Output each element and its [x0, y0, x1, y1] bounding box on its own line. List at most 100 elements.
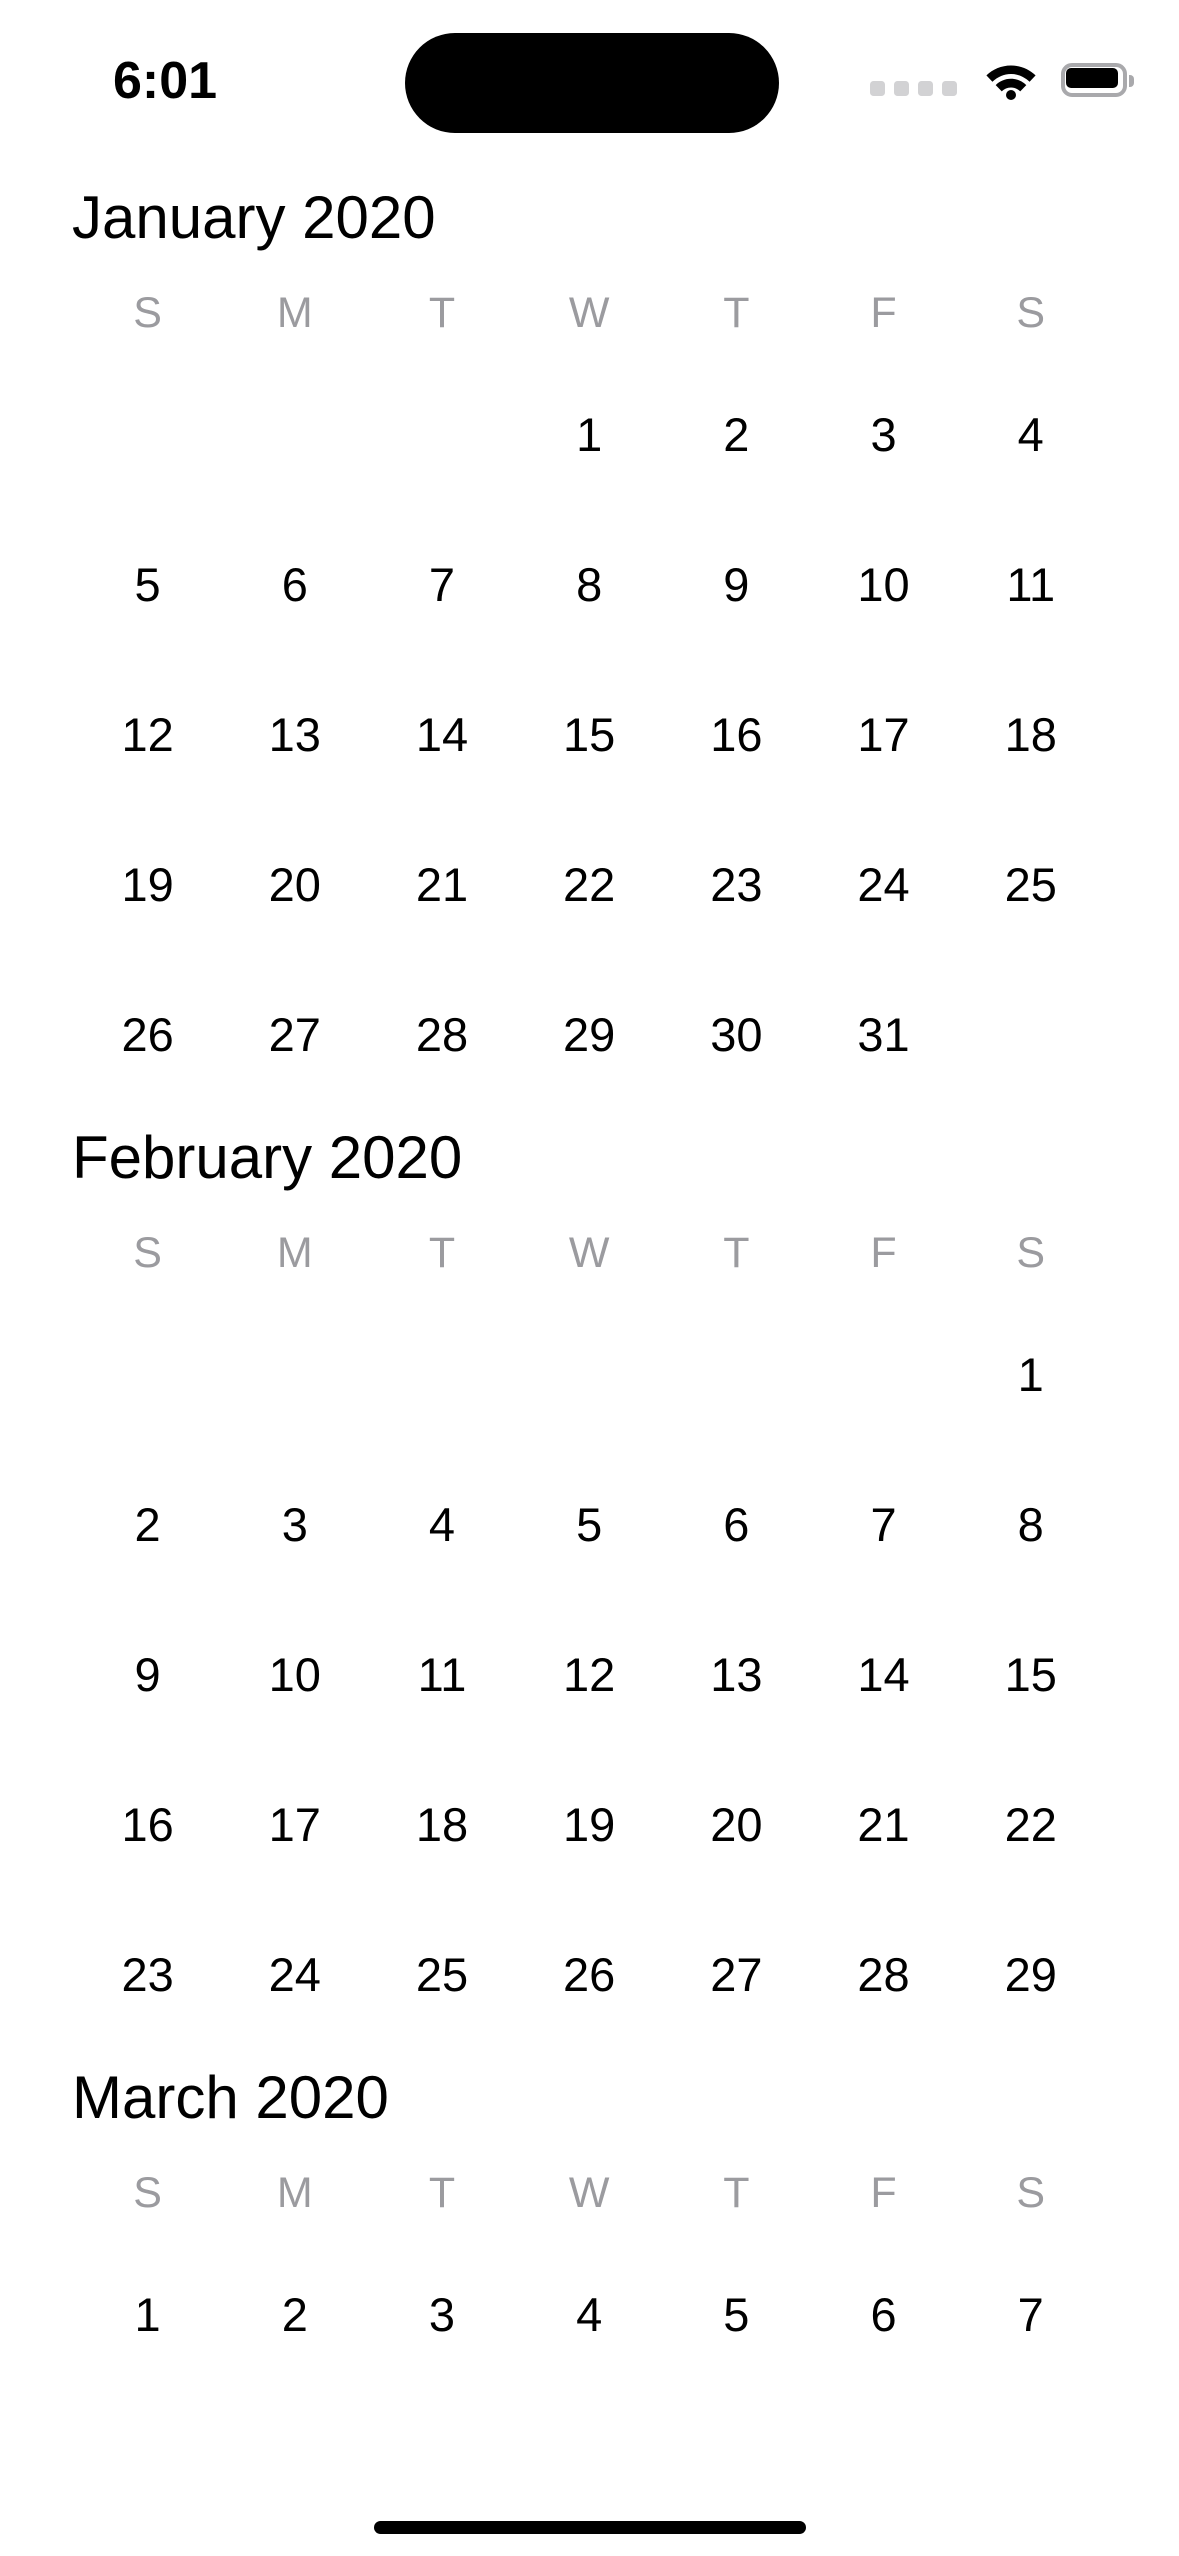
- day-cell[interactable]: 16: [74, 1750, 221, 1900]
- day-cell[interactable]: 26: [74, 960, 221, 1110]
- dynamic-island: [405, 33, 779, 133]
- day-cell[interactable]: 10: [810, 510, 957, 660]
- day-cell[interactable]: 29: [957, 1900, 1104, 2050]
- day-cell[interactable]: 8: [516, 510, 663, 660]
- day-cell[interactable]: 4: [368, 1450, 515, 1600]
- day-cell[interactable]: 15: [516, 660, 663, 810]
- day-cell[interactable]: 9: [74, 1600, 221, 1750]
- day-cell[interactable]: 2: [221, 2240, 368, 2390]
- month-block: January 2020 S M T W T F S 1 2 3 4 5 6 7 8 9 10 11 12 13 14 15…: [0, 170, 1179, 1110]
- day-cell[interactable]: 28: [368, 960, 515, 1110]
- day-cell[interactable]: 11: [957, 510, 1104, 660]
- day-cell[interactable]: 5: [74, 510, 221, 660]
- month-title: February 2020: [72, 1124, 463, 1191]
- battery-cap: [1129, 75, 1134, 87]
- day-cell[interactable]: 19: [516, 1750, 663, 1900]
- month-title: March 2020: [72, 2064, 389, 2131]
- day-cell-empty: [221, 1300, 368, 1450]
- day-cell[interactable]: 22: [516, 810, 663, 960]
- day-cell[interactable]: 13: [221, 660, 368, 810]
- phone-screen: 6:01 January 2020 S M T W T F S 1 2 3 4 5 6 7 8 9 10 11 12 1…: [0, 0, 1179, 2556]
- day-cell[interactable]: 15: [957, 1600, 1104, 1750]
- day-cell[interactable]: 30: [663, 960, 810, 1110]
- month-block: February 2020 S M T W T F S 1 2 3 4 5 6 7 8 9 10 11 12 13 14 1…: [0, 1110, 1179, 2050]
- day-cell[interactable]: 6: [810, 2240, 957, 2390]
- day-cell[interactable]: 5: [516, 1450, 663, 1600]
- weekday-label: S: [133, 1229, 162, 1277]
- day-cell[interactable]: 20: [221, 810, 368, 960]
- calendar-scroll-view[interactable]: January 2020 S M T W T F S 1 2 3 4 5 6 7 8 9 10 11 12 13 14 15…: [0, 170, 1179, 2390]
- day-cell[interactable]: 26: [516, 1900, 663, 2050]
- day-cell[interactable]: 24: [221, 1900, 368, 2050]
- weekday-label: S: [1016, 289, 1046, 337]
- day-cell[interactable]: 2: [74, 1450, 221, 1600]
- day-cell[interactable]: 7: [810, 1450, 957, 1600]
- days-grid: 1 2 3 4 5 6 7 8 9 10 11 12 13 14 15 16 17 18 19 20 21 22 23 24 2…: [74, 360, 1179, 1110]
- day-cell[interactable]: 7: [368, 510, 515, 660]
- day-cell-empty: [663, 1300, 810, 1450]
- day-cell[interactable]: 23: [74, 1900, 221, 2050]
- day-cell[interactable]: 18: [368, 1750, 515, 1900]
- day-cell[interactable]: 18: [957, 660, 1104, 810]
- day-cell[interactable]: 20: [663, 1750, 810, 1900]
- day-cell[interactable]: 4: [516, 2240, 663, 2390]
- day-cell[interactable]: 4: [957, 360, 1104, 510]
- day-cell[interactable]: 2: [663, 360, 810, 510]
- status-bar: 6:01: [0, 0, 1179, 170]
- day-cell[interactable]: 23: [663, 810, 810, 960]
- day-cell[interactable]: 3: [368, 2240, 515, 2390]
- weekday-label: S: [133, 289, 162, 337]
- day-cell[interactable]: 17: [810, 660, 957, 810]
- day-cell[interactable]: 24: [810, 810, 957, 960]
- day-cell[interactable]: 28: [810, 1900, 957, 2050]
- day-cell[interactable]: 11: [368, 1600, 515, 1750]
- day-cell[interactable]: 29: [516, 960, 663, 1110]
- day-cell[interactable]: 9: [663, 510, 810, 660]
- day-cell[interactable]: 13: [663, 1600, 810, 1750]
- day-cell[interactable]: 12: [516, 1600, 663, 1750]
- weekday-label: T: [428, 2169, 456, 2217]
- day-cell[interactable]: 5: [663, 2240, 810, 2390]
- day-cell[interactable]: 10: [221, 1600, 368, 1750]
- day-cell-empty: [74, 1300, 221, 1450]
- day-cell[interactable]: 21: [810, 1750, 957, 1900]
- day-cell-empty: [221, 360, 368, 510]
- day-cell[interactable]: 3: [810, 360, 957, 510]
- day-cell[interactable]: 8: [957, 1450, 1104, 1600]
- day-cell[interactable]: 17: [221, 1750, 368, 1900]
- weekday-label: M: [276, 1229, 313, 1277]
- day-cell[interactable]: 14: [810, 1600, 957, 1750]
- weekday-label: T: [428, 289, 456, 337]
- battery-level-fill: [1066, 68, 1118, 88]
- day-cell[interactable]: 3: [221, 1450, 368, 1600]
- weekday-label: F: [870, 2169, 897, 2217]
- day-cell-empty: [368, 1300, 515, 1450]
- day-cell[interactable]: 21: [368, 810, 515, 960]
- day-cell[interactable]: 1: [74, 2240, 221, 2390]
- day-cell[interactable]: 27: [221, 960, 368, 1110]
- weekday-header-row: SMTWTFS: [74, 266, 1179, 360]
- day-cell[interactable]: 14: [368, 660, 515, 810]
- day-cell[interactable]: 16: [663, 660, 810, 810]
- day-cell-empty: [368, 360, 515, 510]
- weekday-label: F: [870, 1229, 897, 1277]
- weekday-label: S: [1016, 2169, 1046, 2217]
- day-cell[interactable]: 25: [368, 1900, 515, 2050]
- day-cell-empty: [516, 1300, 663, 1450]
- weekday-label: W: [568, 289, 610, 337]
- day-cell[interactable]: 31: [810, 960, 957, 1110]
- weekday-label: S: [133, 2169, 162, 2217]
- day-cell[interactable]: 25: [957, 810, 1104, 960]
- weekday-label: T: [428, 1229, 456, 1277]
- day-cell[interactable]: 7: [957, 2240, 1104, 2390]
- day-cell[interactable]: 6: [663, 1450, 810, 1600]
- day-cell[interactable]: 27: [663, 1900, 810, 2050]
- home-indicator[interactable]: [373, 2521, 806, 2534]
- battery-icon: [1061, 63, 1134, 97]
- day-cell[interactable]: 19: [74, 810, 221, 960]
- day-cell[interactable]: 1: [516, 360, 663, 510]
- day-cell[interactable]: 1: [957, 1300, 1104, 1450]
- day-cell[interactable]: 12: [74, 660, 221, 810]
- day-cell[interactable]: 22: [957, 1750, 1104, 1900]
- day-cell[interactable]: 6: [221, 510, 368, 660]
